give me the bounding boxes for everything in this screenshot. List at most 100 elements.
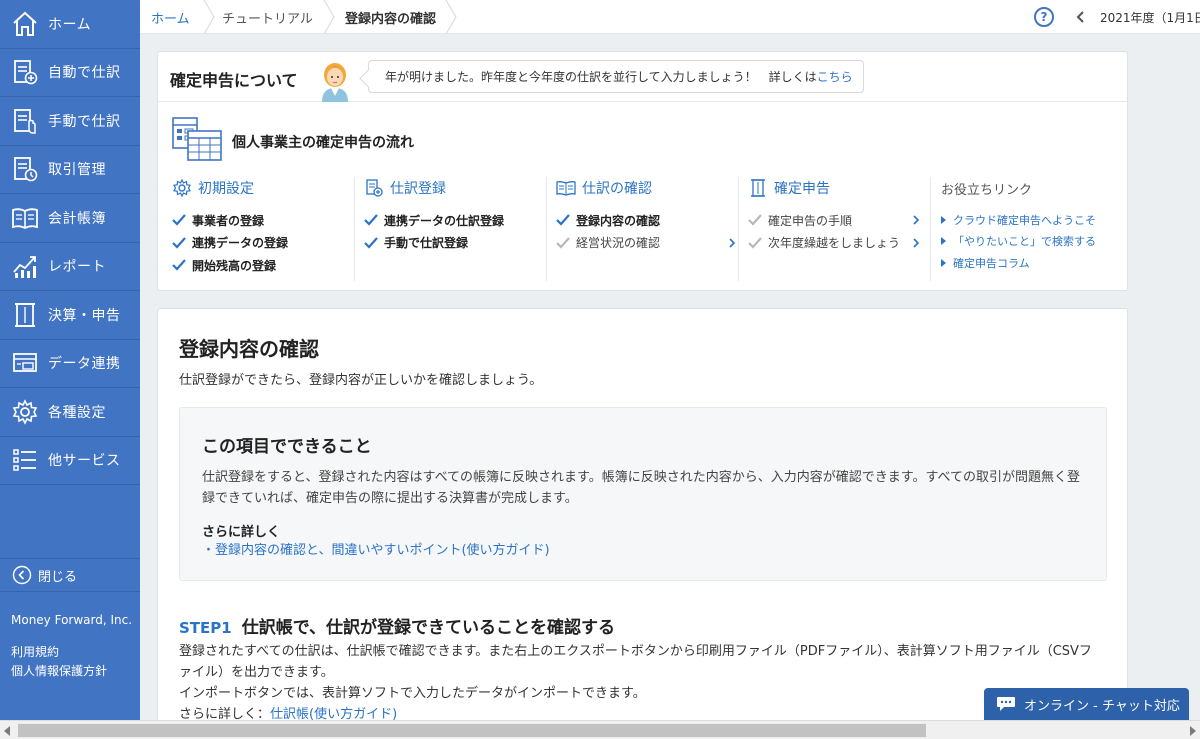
check-icon [172, 259, 186, 271]
tax-return-guide-card: 確定申告について 年が明けました。昨年度と今年度の仕訳を並行して入力しましょう！… [157, 51, 1128, 291]
flow-task-item[interactable]: 経営状況の確認 [556, 232, 736, 255]
useful-link[interactable]: 「やりたいこと」で検索する [941, 231, 1121, 253]
chevron-right-icon [913, 215, 920, 225]
privacy-link[interactable]: 個人情報保護方針 [11, 662, 107, 681]
sidebar-item-3[interactable]: 取引管理 [0, 146, 140, 194]
scrollbar-thumb[interactable] [18, 724, 926, 737]
triangle-right-icon [941, 215, 946, 224]
useful-link[interactable]: 確定申告コラム [941, 252, 1121, 274]
chevron-left-icon[interactable] [1074, 8, 1088, 26]
sidebar-item-6[interactable]: 決算・申告 [0, 291, 140, 340]
report-chart-icon [13, 256, 36, 279]
speech-link[interactable]: こちら [817, 68, 853, 85]
chevron-left-circle-icon [12, 565, 32, 585]
check-icon [364, 237, 378, 249]
ledger-book-icon [12, 208, 38, 229]
flow-step-1: 仕訳登録連携データの仕訳登録手動で仕訳登録 [364, 177, 544, 283]
horizontal-scrollbar[interactable] [0, 720, 1200, 739]
breadcrumb-current: 登録内容の確認 [345, 11, 437, 27]
flow-task-label: 確定申告の手順 [768, 213, 853, 228]
sidebar-item-label: レポート [48, 259, 106, 276]
flow-step-title: 仕訳の確認 [582, 181, 652, 197]
flow-step-3: 確定申告 確定申告の手順 次年度繰越をしましょう [748, 177, 920, 283]
speech-bubble: 年が明けました。昨年度と今年度の仕訳を並行して入力しましょう！ 詳しくは こちら [368, 60, 864, 93]
triangle-right-icon [941, 237, 946, 246]
useful-link[interactable]: クラウド確定申告へようこそ [941, 209, 1121, 231]
column-divider [930, 177, 931, 281]
check-icon [748, 214, 762, 226]
terms-link[interactable]: 利用規約 [11, 643, 107, 662]
sidebar-close-button[interactable]: 閉じる [0, 558, 140, 592]
column-divider [546, 177, 547, 281]
step-number: STEP1 [179, 619, 232, 637]
fiscal-year-label[interactable]: 2021年度（1月1日 [1100, 9, 1200, 26]
flow-step-title: 初期設定 [198, 181, 254, 197]
sidebar-item-8[interactable]: 各種設定 [0, 388, 140, 437]
check-icon [364, 214, 378, 226]
gear-icon [12, 398, 38, 425]
page-title: 登録内容の確認 [179, 337, 319, 361]
step-text-2: インポートボタンでは、表計算ソフトで入力したデータがインポートできます。 [179, 686, 646, 701]
sidebar-item-4[interactable]: 会計帳簿 [0, 194, 140, 243]
breadcrumb-tutorial[interactable]: チュートリアル [222, 0, 313, 34]
add-journal-icon [366, 179, 383, 197]
sidebar: ホーム自動で仕訳手動で仕訳取引管理 会計帳簿レポート決算・申告データ連携各種設定他… [0, 0, 140, 720]
sidebar-item-7[interactable]: データ連携 [0, 340, 140, 388]
scroll-left-icon[interactable] [0, 721, 16, 739]
company-name: Money Forward, Inc. [11, 613, 133, 627]
useful-links-title: お役立ちリンク [941, 182, 1033, 198]
page-description: 仕訳登録ができたら、登録内容が正しいかを確認しましょう。 [179, 373, 543, 388]
info-box-body: 仕訳登録をすると、登録された内容はすべての帳簿に反映されます。帳簿に反映された内… [202, 470, 1081, 506]
flow-task-item[interactable]: 連携データの登録 [172, 232, 352, 255]
chat-bubble-icon [997, 697, 1015, 711]
breadcrumb-separator-icon [323, 0, 335, 34]
breadcrumb-home[interactable]: ホーム [151, 0, 190, 34]
sidebar-item-0[interactable]: ホーム [0, 0, 140, 49]
sidebar-item-label: ホーム [48, 16, 92, 33]
tax-return-icon [15, 302, 35, 327]
flow-task-item[interactable]: 開始残高の登録 [172, 254, 352, 277]
flow-task-item[interactable]: 連携データの仕訳登録 [364, 209, 544, 232]
flow-task-item[interactable]: 確定申告の手順 [748, 209, 920, 232]
sidebar-item-1[interactable]: 自動で仕訳 [0, 49, 140, 97]
book-icon [556, 181, 576, 196]
column-divider [354, 177, 355, 281]
help-icon[interactable]: ? [1034, 7, 1054, 27]
useful-link-label: 確定申告コラム [953, 256, 1030, 270]
step-title: 仕訳帳で、仕訳が登録できていることを確認する [241, 618, 616, 638]
manual-journal-icon [14, 108, 36, 134]
flow-task-label: 連携データの登録 [192, 236, 289, 251]
check-icon [556, 237, 570, 249]
info-box: この項目でできること 仕訳登録をすると、登録された内容はすべての帳簿に反映されま… [179, 407, 1107, 581]
sidebar-item-2[interactable]: 手動で仕訳 [0, 97, 140, 146]
home-icon [13, 11, 37, 36]
flow-task-label: 次年度繰越をしましょう [768, 236, 901, 251]
auto-journal-icon [14, 60, 38, 85]
flow-task-item[interactable]: 手動で仕訳登録 [364, 232, 544, 255]
assistant-avatar [322, 63, 348, 102]
online-chat-button[interactable]: オンライン - チャット対応 [984, 688, 1189, 720]
flow-task-item[interactable]: 次年度繰越をしましょう [748, 232, 920, 255]
sidebar-item-label: 自動で仕訳 [48, 65, 121, 82]
sidebar-item-label: 各種設定 [48, 404, 106, 421]
check-icon [172, 237, 186, 249]
flow-task-item[interactable]: 登録内容の確認 [556, 209, 736, 232]
flow-task-item[interactable]: 事業者の登録 [172, 209, 352, 232]
data-link-icon [13, 353, 37, 373]
guide-title: 確定申告について [170, 71, 298, 90]
flow-step-2: 仕訳の確認登録内容の確認 経営状況の確認 [556, 177, 736, 283]
flow-task-label: 手動で仕訳登録 [384, 236, 469, 251]
sidebar-item-9[interactable]: 他サービス [0, 437, 140, 485]
tax-return-icon [751, 179, 765, 197]
sidebar-item-label: 決算・申告 [48, 307, 121, 324]
sidebar-item-5[interactable]: レポート [0, 243, 140, 291]
useful-link-label: 「やりたいこと」で検索する [953, 235, 1096, 249]
speech-text: 年が明けました。昨年度と今年度の仕訳を並行して入力しましょう！ 詳しくは [385, 70, 817, 84]
sidebar-item-label: 手動で仕訳 [48, 113, 121, 130]
guide-link[interactable]: ・登録内容の確認と、間違いやすいポイント(使い方ガイド) [202, 539, 550, 558]
chevron-right-icon [729, 237, 736, 248]
scroll-right-icon[interactable] [1184, 721, 1200, 739]
check-icon [748, 237, 762, 249]
flow-step-title: 仕訳登録 [390, 181, 446, 197]
chevron-right-icon [913, 237, 920, 248]
